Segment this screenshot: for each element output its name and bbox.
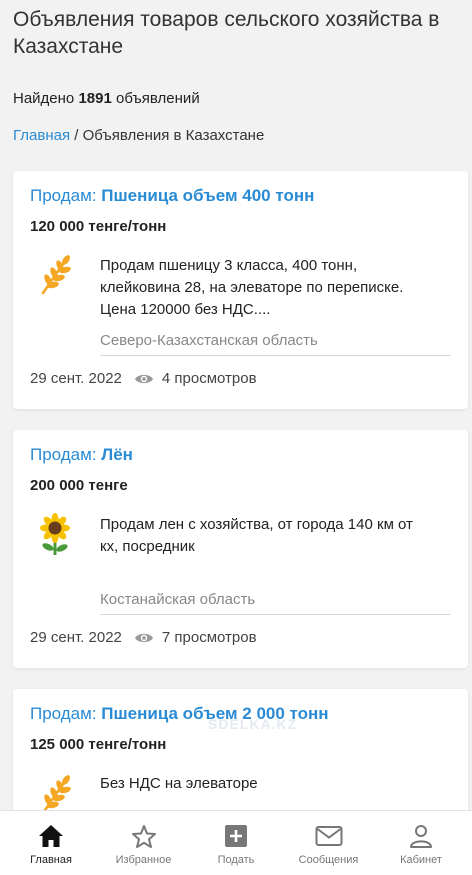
listing-card[interactable]: Продам: Лён 200 000 тенге Продам лен с х… xyxy=(13,430,468,668)
listing-price: 120 000 тенге/тонн xyxy=(30,218,167,235)
breadcrumb-separator: / xyxy=(74,127,79,144)
star-icon xyxy=(131,823,157,849)
nav-home[interactable]: Главная xyxy=(6,811,96,875)
listing-views: 4 просмотров xyxy=(161,370,257,387)
listing-description: Продам пшеницу 3 класса, 400 тонн, клейк… xyxy=(100,257,404,318)
listing-title-link[interactable]: Продам: Пшеница объем 400 тонн xyxy=(30,186,314,206)
listing-description: Продам лен с хозяйства, от города 140 км… xyxy=(100,516,413,555)
nav-post[interactable]: Подать xyxy=(191,811,281,875)
nav-home-label: Главная xyxy=(30,854,72,866)
nav-favorites-label: Избранное xyxy=(115,854,172,866)
listing-region: Северо-Казахстанская область xyxy=(100,332,450,356)
listing-description: Без НДС на элеваторе xyxy=(100,775,258,792)
watermark: SDELKA.KZ xyxy=(208,716,298,732)
wheat-icon xyxy=(35,253,75,297)
person-icon xyxy=(409,823,433,849)
listing-title: Пшеница объем 400 тонн xyxy=(101,186,315,205)
listing-meta: 29 сент. 2022 7 просмотров xyxy=(30,629,257,646)
eye-icon xyxy=(134,372,154,386)
listing-price: 200 000 тенге xyxy=(30,477,128,494)
listing-price: 125 000 тенге/тонн xyxy=(30,736,167,753)
nav-messages-label: Сообщения xyxy=(298,854,359,866)
listing-date: 29 сент. 2022 xyxy=(30,629,122,646)
mail-icon xyxy=(315,823,343,849)
nav-account[interactable]: Кабинет xyxy=(376,811,466,875)
breadcrumb-current: Объявления в Казахстане xyxy=(82,127,265,144)
listing-title-link[interactable]: Продам: Лён xyxy=(30,445,133,465)
results-count-prefix: Найдено xyxy=(13,90,75,107)
breadcrumb: Главная / Объявления в Казахстане xyxy=(13,127,264,144)
nav-post-label: Подать xyxy=(217,854,255,866)
nav-messages[interactable]: Сообщения xyxy=(284,811,374,875)
listing-title-prefix: Продам: xyxy=(30,186,97,205)
results-count-number: 1891 xyxy=(78,90,112,107)
listing-title-prefix: Продам: xyxy=(30,445,97,464)
breadcrumb-home-link[interactable]: Главная xyxy=(13,127,70,144)
listing-title: Лён xyxy=(101,445,133,464)
results-count-suffix: объявлений xyxy=(116,90,200,107)
results-count: Найдено 1891 объявлений xyxy=(13,90,200,107)
page-title: Объявления товаров сельского хозяйства в… xyxy=(13,8,440,58)
listing-date: 29 сент. 2022 xyxy=(30,370,122,387)
listing-meta: 29 сент. 2022 4 просмотров xyxy=(30,370,257,387)
listing-title-prefix: Продам: xyxy=(30,704,97,723)
nav-account-label: Кабинет xyxy=(400,854,442,866)
eye-icon xyxy=(134,631,154,645)
nav-favorites[interactable]: Избранное xyxy=(99,811,189,875)
listing-region: Костанайская область xyxy=(100,591,450,615)
add-box-icon xyxy=(224,823,248,849)
listing-card[interactable]: Продам: Пшеница объем 2 000 тонн 125 000… xyxy=(13,689,468,829)
listing-views: 7 просмотров xyxy=(161,629,257,646)
listing-card[interactable]: Продам: Пшеница объем 400 тонн 120 000 т… xyxy=(13,171,468,409)
bottom-navigation: Главная Избранное Подать Сообщения Кабин… xyxy=(0,810,472,875)
sunflower-icon xyxy=(35,512,75,556)
home-icon xyxy=(38,823,64,849)
